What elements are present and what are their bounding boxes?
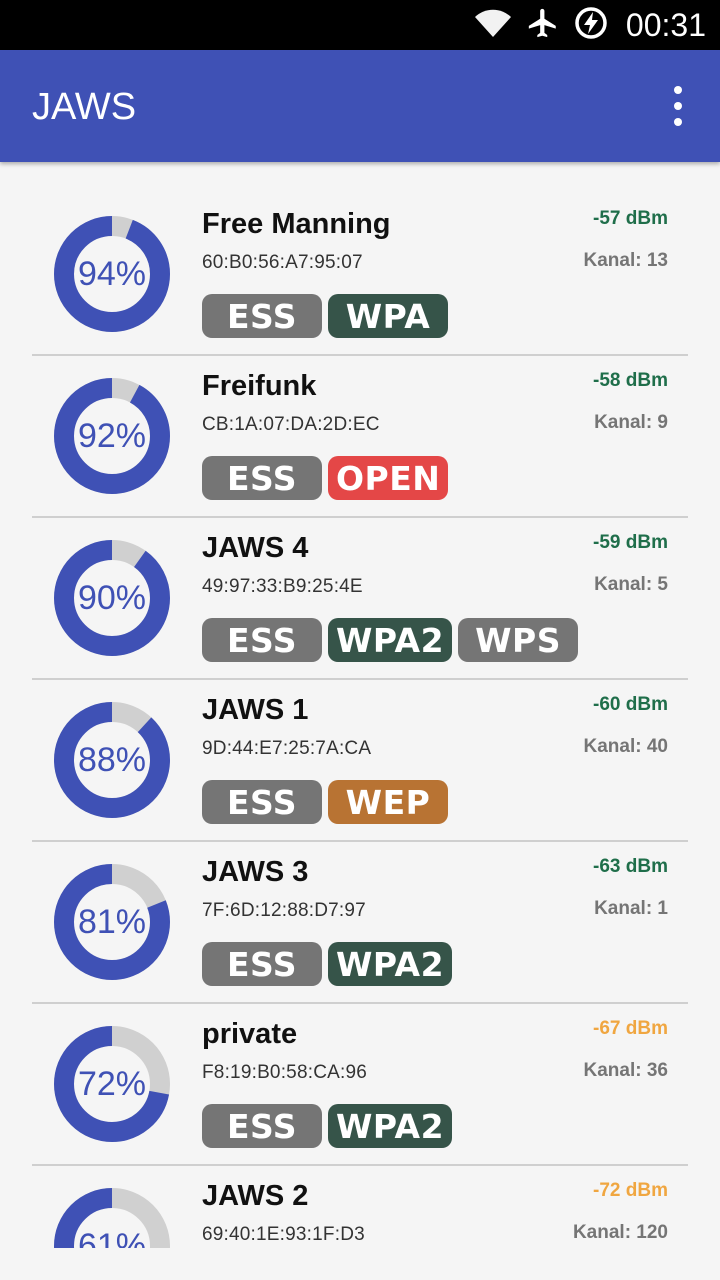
signal-percent: 88%	[77, 740, 147, 779]
signal-dbm: -63 dBm	[593, 856, 668, 877]
network-ssid: private	[202, 1018, 298, 1050]
wifi-icon	[474, 8, 512, 43]
network-row[interactable]: 94% Free Manning 60:B0:56:A7:95:07 -57 dBm K…	[0, 194, 720, 356]
capability-tag-ess: ESS	[202, 456, 322, 500]
capability-tag-wpa: WPA	[328, 294, 448, 338]
signal-dbm: -72 dBm	[593, 1180, 668, 1201]
network-bssid: 7F:6D:12:88:D7:97	[202, 900, 366, 921]
channel-label: Kanal: 120	[572, 1222, 668, 1243]
capability-tag-ess: ESS	[202, 780, 322, 824]
network-bssid: 49:97:33:B9:25:4E	[202, 576, 363, 597]
network-ssid: JAWS 4	[202, 532, 309, 564]
capability-tag-ess: ESS	[202, 294, 322, 338]
capability-tags: ESS WPA2	[202, 942, 453, 986]
capability-tag-wpa2: WPA2	[328, 1104, 453, 1148]
signal-dbm: -67 dBm	[593, 1018, 668, 1039]
channel-label: Kanal: 36	[583, 1060, 668, 1081]
signal-dbm: -60 dBm	[593, 694, 668, 715]
channel-label: Kanal: 40	[583, 736, 668, 757]
capability-tag-ess: ESS	[202, 1104, 322, 1148]
channel-label: Kanal: 13	[583, 250, 668, 271]
signal-dbm: -58 dBm	[593, 370, 668, 391]
capability-tag-open: OPEN	[328, 456, 449, 500]
network-row[interactable]: 92% Freifunk CB:1A:07:DA:2D:EC -58 dBm Kanal…	[0, 356, 720, 518]
signal-percent: 94%	[77, 254, 147, 293]
channel-label: Kanal: 9	[594, 412, 668, 433]
signal-dbm: -59 dBm	[593, 532, 668, 553]
capability-tag-ess: ESS	[202, 942, 322, 986]
signal-percent: 92%	[77, 416, 147, 455]
network-ssid: JAWS 2	[202, 1180, 309, 1212]
network-bssid: CB:1A:07:DA:2D:EC	[202, 414, 380, 435]
app-title: JAWS	[32, 86, 137, 128]
capability-tags: ESS WPA2 WPS	[202, 618, 579, 662]
network-bssid: 9D:44:E7:25:7A:CA	[202, 738, 372, 759]
status-bar: 00:31	[0, 0, 720, 50]
capability-tags: ESS WPA2	[202, 1104, 453, 1148]
capability-tag-wpa2: WPA2	[328, 618, 453, 662]
battery-charging-icon	[574, 6, 608, 45]
network-row[interactable]: 88% JAWS 1 9D:44:E7:25:7A:CA -60 dBm Kanal: …	[0, 680, 720, 842]
network-ssid: JAWS 3	[202, 856, 309, 888]
capability-tags: ESS WPA	[202, 294, 448, 338]
signal-percent: 81%	[77, 902, 147, 941]
airplane-icon	[526, 6, 560, 45]
capability-tag-ess: ESS	[202, 618, 322, 662]
channel-label: Kanal: 5	[594, 574, 668, 595]
signal-percent: 90%	[77, 578, 147, 617]
capability-tag-wps: WPS	[458, 618, 579, 662]
network-list[interactable]: 94% Free Manning 60:B0:56:A7:95:07 -57 dBm K…	[0, 194, 720, 1248]
signal-percent: 72%	[77, 1064, 147, 1103]
app-bar: JAWS	[0, 50, 720, 162]
signal-percent: 61%	[77, 1226, 147, 1249]
network-ssid: Freifunk	[202, 370, 317, 402]
network-bssid: 69:40:1E:93:1F:D3	[202, 1224, 365, 1245]
network-row[interactable]: 90% JAWS 4 49:97:33:B9:25:4E -59 dBm Kanal: …	[0, 518, 720, 680]
network-ssid: Free Manning	[202, 208, 391, 240]
capability-tags: ESS OPEN	[202, 456, 449, 500]
more-vert-icon[interactable]	[666, 86, 690, 126]
signal-dbm: -57 dBm	[593, 208, 668, 229]
capability-tag-wpa2: WPA2	[328, 942, 453, 986]
network-bssid: F8:19:B0:58:CA:96	[202, 1062, 368, 1083]
network-row[interactable]: 81% JAWS 3 7F:6D:12:88:D7:97 -63 dBm Kanal: …	[0, 842, 720, 1004]
capability-tags: ESS WEP	[202, 780, 448, 824]
capability-tag-wep: WEP	[328, 780, 448, 824]
network-ssid: JAWS 1	[202, 694, 309, 726]
network-row[interactable]: 72% private F8:19:B0:58:CA:96 -67 dBm Kanal:…	[0, 1004, 720, 1166]
status-time: 00:31	[625, 6, 706, 43]
channel-label: Kanal: 1	[594, 898, 668, 919]
status-icons: 00:31	[474, 0, 706, 50]
network-row[interactable]: 61% JAWS 2 69:40:1E:93:1F:D3 -72 dBm Kanal: …	[0, 1166, 720, 1248]
network-bssid: 60:B0:56:A7:95:07	[202, 252, 363, 273]
